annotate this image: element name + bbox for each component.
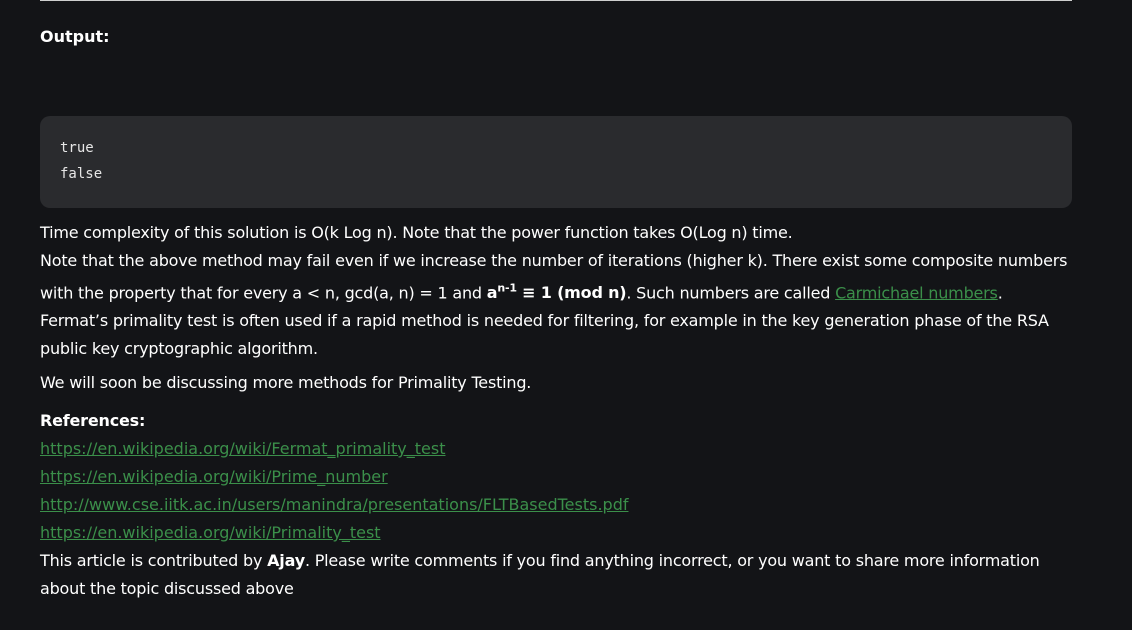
carmichael-numbers-link[interactable]: Carmichael numbers: [835, 283, 998, 302]
formula: an-1 ≡ 1 (mod n): [486, 282, 627, 303]
code-line-2: false: [60, 166, 103, 182]
output-heading: Output:: [40, 27, 110, 46]
code-line-1: true: [60, 140, 94, 156]
contributor-paragraph: This article is contributed by Ajay. Ple…: [40, 547, 1072, 603]
soon-paragraph: We will soon be discussing more methods …: [40, 373, 532, 392]
note-paragraph: Note that the above method may fail even…: [40, 247, 1072, 363]
note-text-2: . Such numbers are called: [626, 283, 836, 303]
references-heading: References:: [40, 411, 146, 430]
output-code-block: true false: [40, 116, 1072, 208]
complexity-paragraph: Time complexity of this solution is O(k …: [40, 223, 793, 242]
contrib-text-1: This article is contributed by: [40, 551, 268, 570]
previous-code-box: [40, 0, 1072, 1]
reference-link-prime-number[interactable]: https://en.wikipedia.org/wiki/Prime_numb…: [40, 463, 388, 491]
reference-link-primality-test[interactable]: https://en.wikipedia.org/wiki/Primality_…: [40, 519, 381, 547]
reference-link-iitk-pdf[interactable]: http://www.cse.iitk.ac.in/users/manindra…: [40, 491, 628, 519]
reference-link-fermat[interactable]: https://en.wikipedia.org/wiki/Fermat_pri…: [40, 435, 445, 463]
author-name: Ajay: [267, 551, 305, 570]
